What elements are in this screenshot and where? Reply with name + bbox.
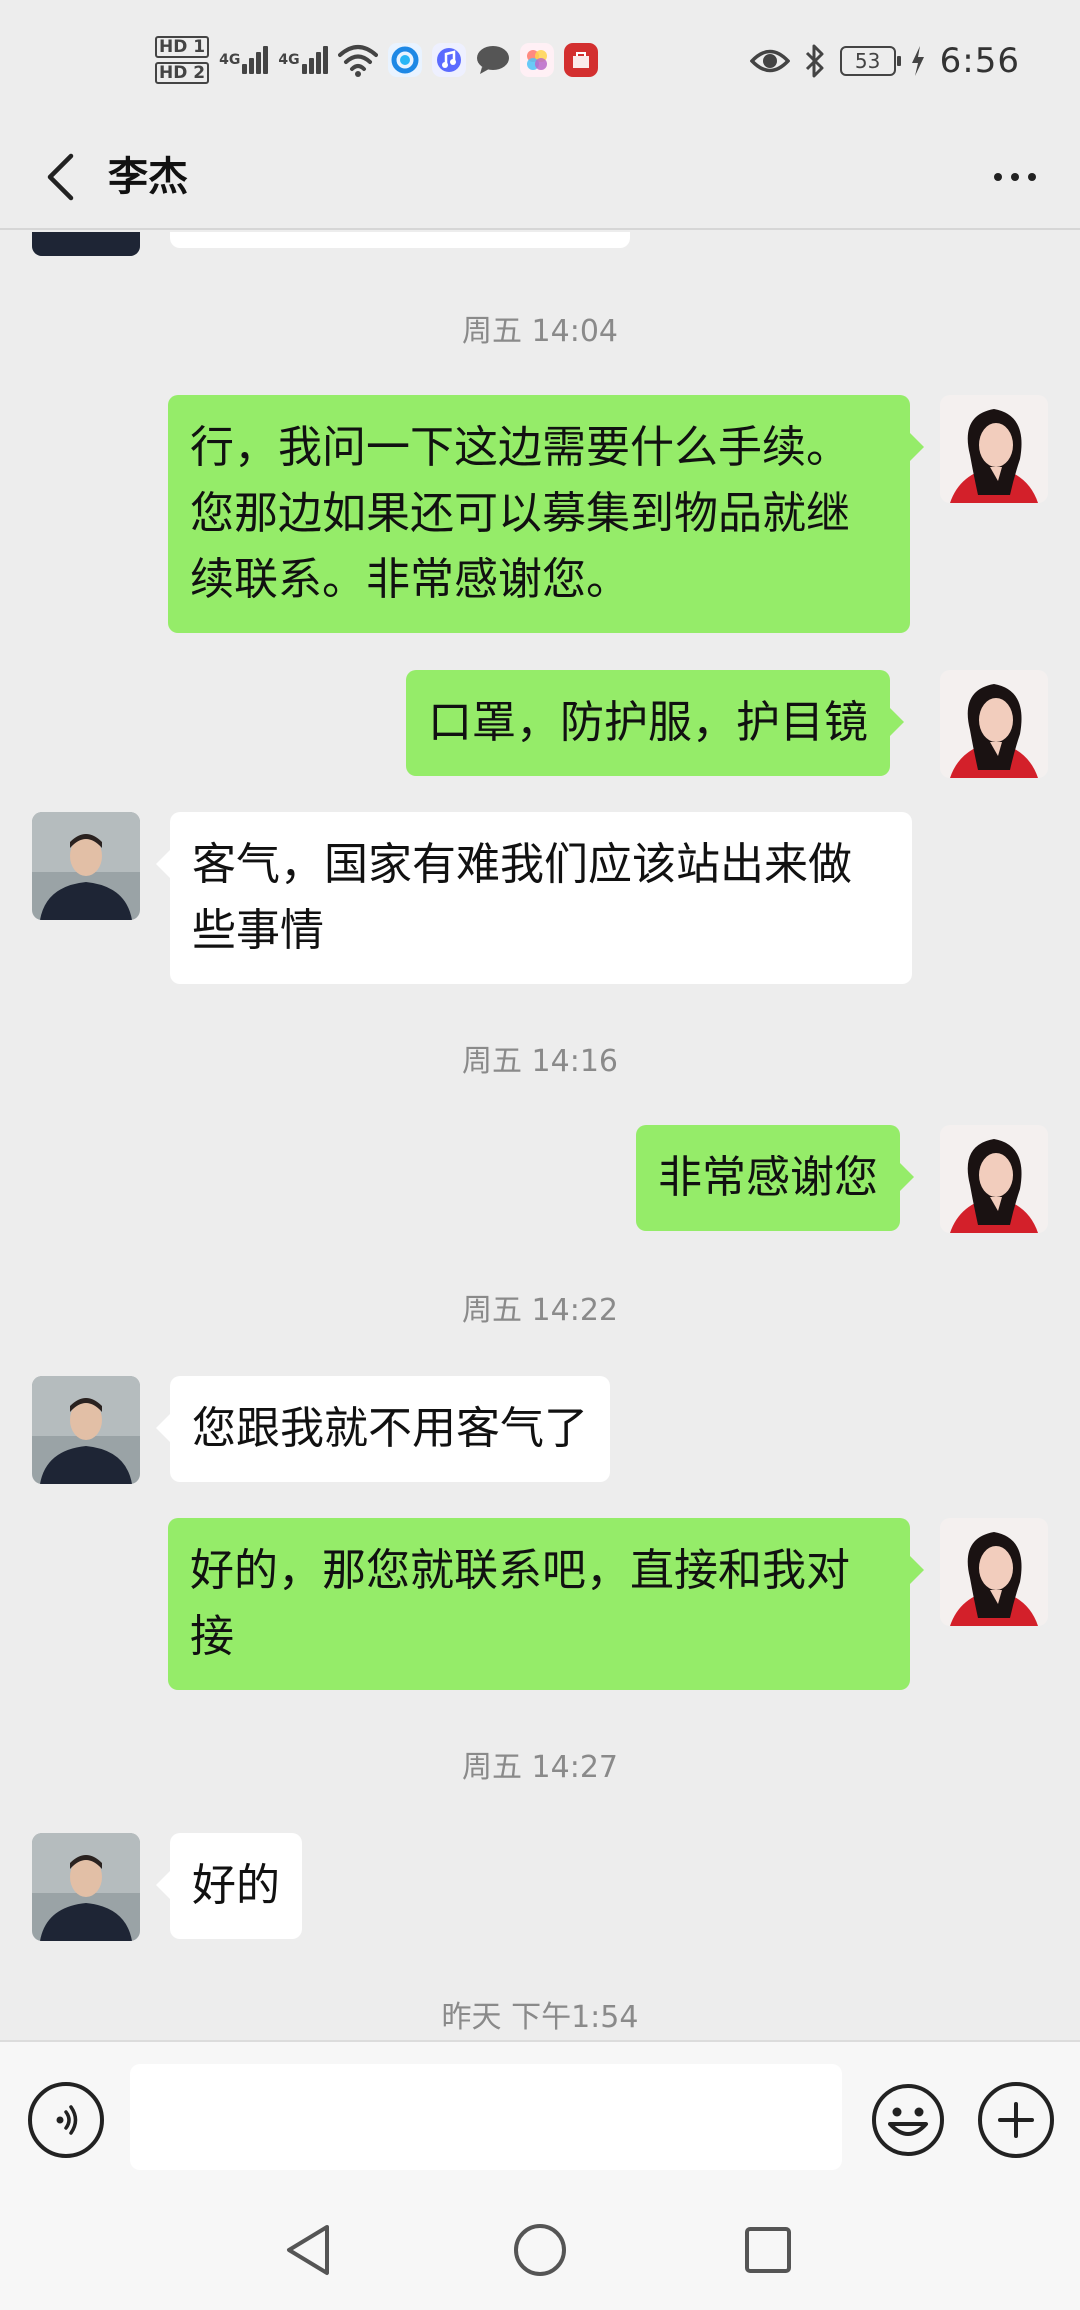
status-left-icons: HD 1 HD 2 4G 4G	[155, 28, 598, 92]
status-right-icons: 53 6:56	[749, 36, 1020, 86]
message-bubble-received[interactable]: 您跟我就不用客气了	[156, 1376, 610, 1482]
contact-avatar[interactable]	[32, 232, 140, 256]
my-avatar[interactable]	[940, 1125, 1048, 1233]
message-timestamp: 周五 14:04	[462, 314, 618, 349]
more-functions-button[interactable]	[978, 2082, 1054, 2158]
hd-icon: HD 1 HD 2	[155, 34, 210, 86]
huawei-icon	[563, 43, 598, 77]
message-bubble-sent[interactable]: 行，我问一下这边需要什么手续。您那边如果还可以募集到物品就继续联系。非常感谢您。	[168, 395, 924, 633]
bluetooth-icon	[805, 44, 824, 78]
browser-icon	[387, 43, 422, 77]
status-time: 6:56	[939, 41, 1020, 81]
contact-avatar[interactable]	[32, 812, 140, 920]
network-type-label: 4G	[219, 52, 241, 68]
message-icon	[476, 43, 510, 77]
battery-icon: 53	[839, 46, 901, 76]
hd-label-1: HD 1	[155, 36, 210, 58]
message-bubble-received[interactable]: 好的	[156, 1833, 302, 1939]
nav-back-icon	[287, 2225, 329, 2275]
message-list[interactable]: 周五 14:04 行，我问一下这边需要什么手续。您那边如果还可以募集到物品就继续…	[0, 232, 1080, 2040]
eye-icon	[749, 49, 790, 73]
message-bubble-received[interactable]: 客气，国家有难我们应该站出来做些事情	[156, 812, 912, 984]
voice-icon	[56, 2105, 78, 2135]
back-button[interactable]	[28, 145, 92, 209]
voice-input-button[interactable]	[28, 2082, 104, 2158]
more-dots-icon	[994, 173, 1002, 181]
contact-avatar[interactable]	[32, 1376, 140, 1484]
emoji-button[interactable]	[870, 2082, 946, 2158]
chat-title-bar: 李杰	[0, 125, 1080, 230]
status-bar: HD 1 HD 2 4G 4G 53 6:56	[0, 0, 1080, 125]
signal-icon: 4G	[219, 46, 269, 74]
photos-icon	[519, 43, 554, 77]
nav-recents-button[interactable]	[736, 2218, 800, 2282]
message-bubble-received[interactable]	[170, 232, 630, 248]
chat-title: 李杰	[108, 154, 188, 200]
system-nav-bar	[0, 2190, 1080, 2310]
message-timestamp: 周五 14:22	[462, 1293, 618, 1328]
message-text-input[interactable]	[130, 2064, 842, 2170]
signal-icon: 4G	[278, 46, 328, 74]
wifi-icon	[337, 45, 378, 77]
message-timestamp: 昨天 下午1:54	[441, 2000, 639, 2035]
my-avatar[interactable]	[940, 670, 1048, 778]
more-options-button[interactable]	[980, 145, 1050, 209]
message-bubble-sent[interactable]: 口罩，防护服，护目镜	[406, 670, 904, 776]
chevron-left-icon	[47, 153, 74, 201]
emoji-icon	[872, 2084, 944, 2156]
charging-icon	[911, 46, 924, 76]
message-input-bar	[0, 2040, 1080, 2190]
plus-icon	[998, 2102, 1034, 2138]
nav-home-icon	[514, 2224, 566, 2276]
contact-avatar[interactable]	[32, 1833, 140, 1941]
network-type-label: 4G	[278, 52, 300, 68]
battery-level: 53	[854, 49, 881, 73]
nav-recents-icon	[745, 2227, 791, 2273]
message-timestamp: 周五 14:27	[462, 1750, 618, 1785]
message-bubble-sent[interactable]: 非常感谢您	[636, 1125, 914, 1231]
music-icon	[431, 43, 466, 77]
hd-label-2: HD 2	[155, 62, 210, 84]
nav-home-button[interactable]	[508, 2218, 572, 2282]
message-timestamp: 周五 14:16	[462, 1044, 618, 1079]
nav-back-button[interactable]	[276, 2218, 340, 2282]
message-bubble-sent[interactable]: 好的，那您就联系吧，直接和我对接	[168, 1518, 924, 1690]
my-avatar[interactable]	[940, 395, 1048, 503]
my-avatar[interactable]	[940, 1518, 1048, 1626]
